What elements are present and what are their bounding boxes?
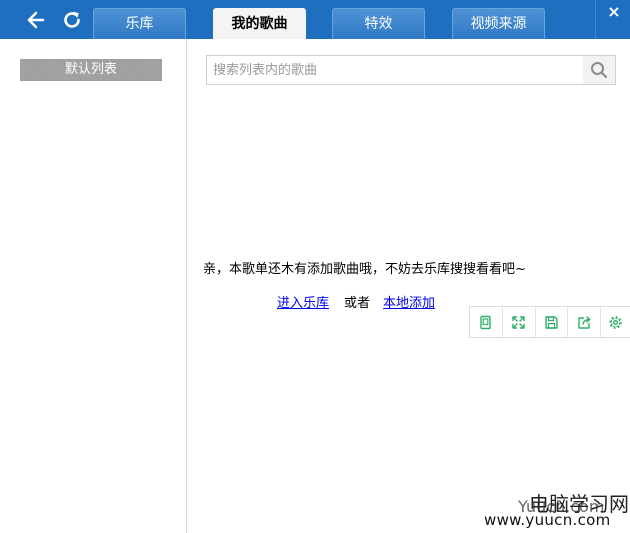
add-local-link[interactable]: 本地添加 — [383, 296, 435, 311]
refresh-icon[interactable] — [61, 9, 83, 31]
share-icon[interactable] — [568, 307, 602, 337]
go-to-library-link[interactable]: 进入乐库 — [277, 296, 329, 311]
empty-state-actions: 进入乐库 或者 本地添加 — [277, 292, 435, 311]
tab-my-songs[interactable]: 我的歌曲 — [213, 8, 306, 39]
tab-effects[interactable]: 特效 — [332, 8, 425, 39]
close-icon[interactable]: × — [606, 4, 622, 20]
tab-library[interactable]: 乐库 — [93, 8, 186, 39]
arrow-left-icon[interactable] — [25, 9, 47, 31]
fullscreen-icon[interactable] — [503, 307, 536, 337]
topbar-divider — [595, 0, 596, 39]
search-icon[interactable] — [583, 56, 615, 84]
watermark-url: www.yuucn.com — [484, 511, 611, 529]
or-text: 或者 — [344, 296, 371, 311]
empty-playlist-message: 亲，本歌单还木有添加歌曲哦，不妨去乐库搜搜看看吧~ — [203, 262, 526, 277]
top-bar: 乐库 我的歌曲 特效 视频来源 × — [0, 0, 630, 39]
settings-icon[interactable] — [601, 307, 630, 337]
save-icon[interactable] — [536, 307, 569, 337]
tab-video-source[interactable]: 视频来源 — [452, 8, 545, 39]
search-box — [206, 55, 616, 85]
floating-toolbar — [469, 306, 630, 338]
search-input[interactable] — [207, 56, 583, 84]
music-player-window: 乐库 我的歌曲 特效 视频来源 × 默认列表 亲，本歌单还木有添加歌曲哦，不妨去… — [0, 0, 630, 533]
mini-mode-icon[interactable] — [470, 307, 503, 337]
sidebar-item-default-list[interactable]: 默认列表 — [20, 59, 162, 81]
sidebar: 默认列表 — [0, 39, 187, 533]
